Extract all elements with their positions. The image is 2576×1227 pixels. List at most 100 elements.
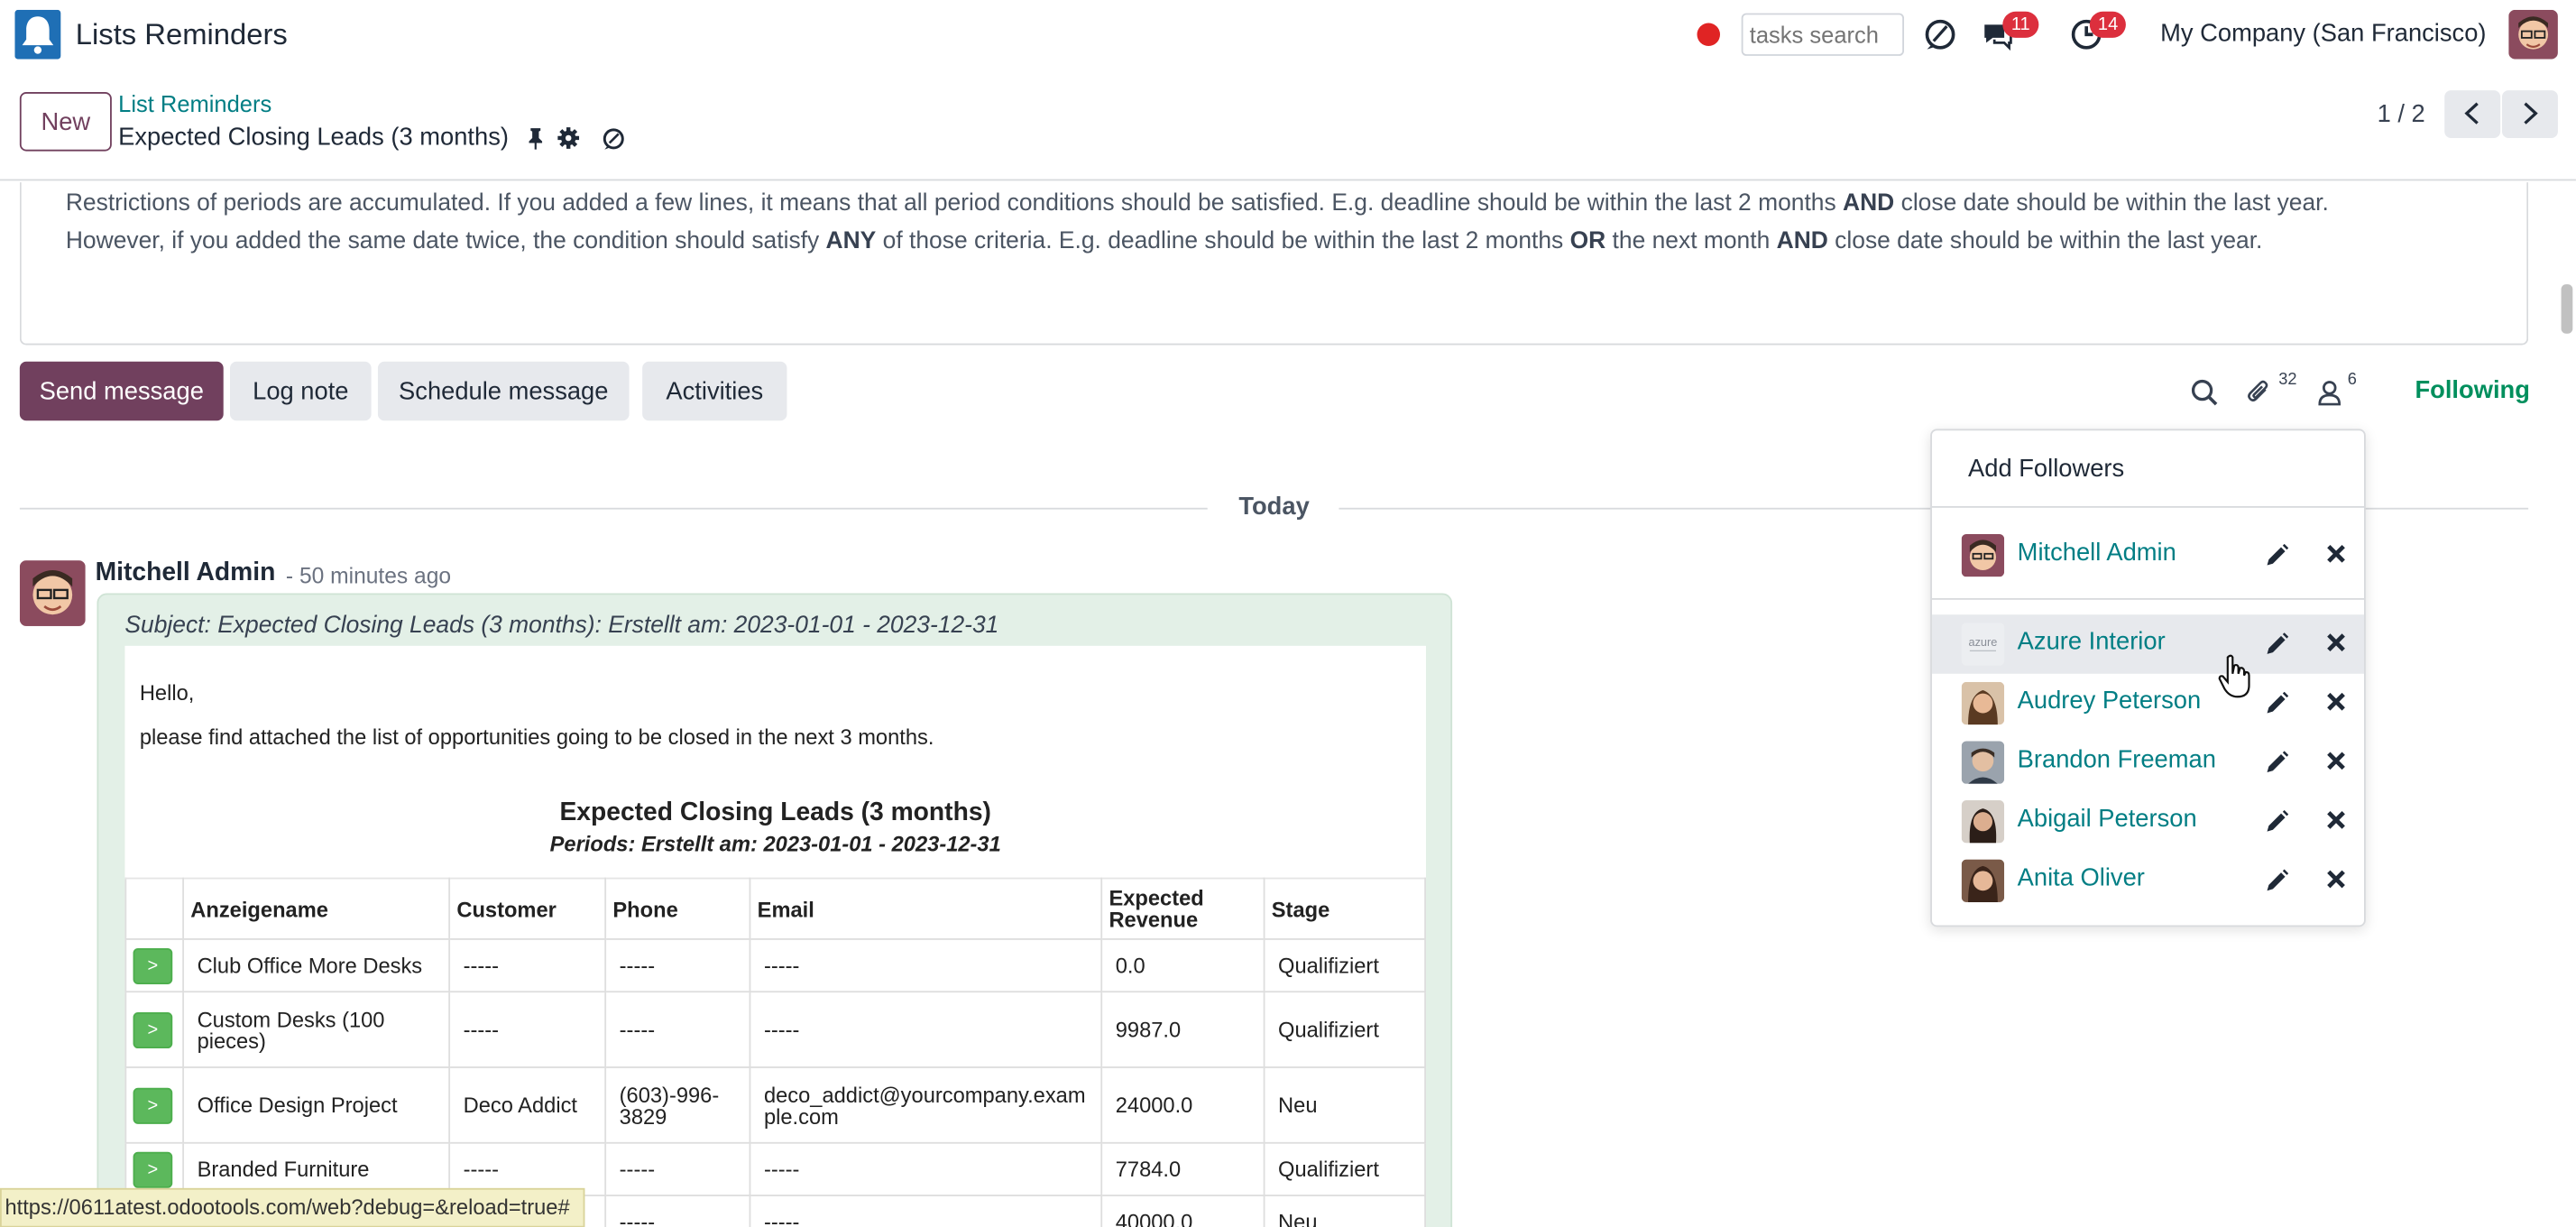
cell-phone: -----	[604, 1141, 751, 1196]
open-lead-button[interactable]: >	[133, 947, 173, 984]
cell-revenue: 0.0	[1100, 938, 1265, 993]
cell-phone: -----	[604, 1195, 751, 1227]
leads-table: Anzeigename Customer Phone Email Expecte…	[124, 877, 1426, 1227]
open-lead-button[interactable]: >	[133, 1150, 173, 1187]
bell-app-icon[interactable]	[14, 9, 61, 60]
follower-item[interactable]: Mitchell Admin	[1932, 526, 2364, 586]
cell-customer: Deco Addict	[448, 1066, 607, 1144]
gear-icon[interactable]	[557, 126, 580, 149]
table-row: > Club Office More Desks ----- ----- ---…	[124, 938, 1426, 993]
page-scrollbar[interactable]	[2556, 182, 2576, 1227]
remove-x-icon[interactable]	[2326, 751, 2346, 770]
dropdown-divider	[1931, 597, 2364, 600]
scrollbar-thumb[interactable]	[2561, 284, 2573, 334]
cell-email: deco_addict@yourcompany.example.com	[749, 1066, 1103, 1144]
pager-next-button[interactable]	[2501, 90, 2558, 138]
cell-email: -----	[749, 991, 1103, 1068]
follower-avatar	[1961, 859, 2005, 902]
tasks-search-input[interactable]	[1741, 13, 1905, 56]
message-subject: Subject: Expected Closing Leads (3 month…	[124, 613, 999, 640]
control-panel: New List Reminders Expected Closing Lead…	[0, 72, 2576, 181]
dropdown-divider	[1931, 505, 2364, 508]
cell-email: -----	[749, 1195, 1103, 1227]
svg-text:azure: azure	[1969, 635, 1998, 649]
follower-avatar	[1961, 800, 2005, 844]
breadcrumb-parent-link[interactable]: List Reminders	[118, 90, 271, 116]
table-row: > Office Design Project Deco Addict (603…	[124, 1066, 1426, 1144]
pin-icon[interactable]	[524, 126, 547, 150]
record-indicator-icon[interactable]	[1697, 23, 1721, 46]
follower-name[interactable]: Brandon Freeman	[2018, 746, 2216, 774]
pencil-icon[interactable]	[2266, 632, 2289, 655]
pager-previous-button[interactable]	[2444, 90, 2501, 138]
top-navbar: Lists Reminders 11 14 My Company (San Fr…	[0, 0, 2576, 73]
cell-stage: Qualifiziert	[1263, 938, 1426, 993]
periods-help-line-1: Restrictions of periods are accumulated.…	[65, 190, 2329, 217]
new-button[interactable]: New	[19, 91, 112, 152]
follower-name[interactable]: Anita Oliver	[2018, 864, 2145, 892]
follower-name[interactable]: Azure Interior	[2018, 628, 2166, 656]
cell-revenue: 9987.0	[1100, 991, 1265, 1068]
user-avatar[interactable]	[2508, 9, 2558, 60]
chatter-topbar: Send message Log note Schedule message A…	[0, 361, 2556, 424]
remove-x-icon[interactable]	[2326, 544, 2346, 564]
company-switcher[interactable]: My Company (San Francisco)	[2160, 20, 2486, 48]
remove-x-icon[interactable]	[2326, 632, 2346, 652]
cell-email: -----	[749, 938, 1103, 993]
cell-customer: -----	[448, 991, 607, 1068]
activities-button[interactable]: Activities	[642, 361, 787, 421]
table-row: > Custom Desks (100 pieces) ----- ----- …	[124, 991, 1426, 1068]
search-icon[interactable]	[2190, 378, 2220, 408]
schedule-message-button[interactable]: Schedule message	[377, 361, 630, 421]
hand-cursor-icon	[2218, 654, 2250, 698]
message-author-name[interactable]: Mitchell Admin	[96, 558, 276, 588]
open-lead-button[interactable]: >	[133, 1011, 173, 1048]
follower-name[interactable]: Audrey Peterson	[2018, 687, 2202, 715]
cell-name: Club Office More Desks	[182, 938, 451, 993]
col-header-phone: Phone	[604, 877, 751, 940]
mail-periods: Periods: Erstellt am: 2023-01-01 - 2023-…	[549, 831, 1001, 856]
paperclip-icon[interactable]	[2244, 378, 2274, 408]
pager-value[interactable]: 1 / 2	[2378, 100, 2425, 128]
pencil-icon[interactable]	[2266, 751, 2289, 773]
leads-table-header: Anzeigename Customer Phone Email Expecte…	[124, 877, 1426, 940]
col-header-email: Email	[749, 877, 1103, 940]
app-title[interactable]: Lists Reminders	[76, 18, 288, 52]
follower-item[interactable]: Audrey Peterson	[1932, 674, 2364, 733]
odoo-window: Lists Reminders 11 14 My Company (San Fr…	[0, 0, 2576, 1227]
mail-body: Hello, please find attached the list of …	[124, 645, 1426, 1227]
remove-x-icon[interactable]	[2326, 810, 2346, 830]
follower-avatar: azure	[1961, 623, 2005, 666]
add-followers-link[interactable]: Add Followers	[1968, 456, 2124, 484]
mail-greeting: Hello,	[139, 680, 195, 706]
remove-x-icon[interactable]	[2326, 692, 2346, 712]
pencil-icon[interactable]	[2266, 809, 2289, 833]
remove-x-icon[interactable]	[2326, 870, 2346, 890]
log-note-button[interactable]: Log note	[229, 361, 372, 421]
follower-item[interactable]: Abigail Peterson	[1932, 792, 2364, 852]
follower-avatar	[1961, 741, 2005, 784]
pencil-icon[interactable]	[2266, 691, 2289, 715]
follower-item[interactable]: Brandon Freeman	[1932, 733, 2364, 792]
followers-icon[interactable]	[2314, 378, 2344, 408]
discuss-icon[interactable]	[1922, 16, 1958, 52]
follower-item[interactable]: azure Azure Interior	[1931, 614, 2364, 674]
periods-help-line-2: However, if you added the same date twic…	[65, 228, 2263, 255]
pencil-icon[interactable]	[2266, 543, 2289, 567]
follower-name[interactable]: Mitchell Admin	[2018, 539, 2176, 567]
record-title: Expected Closing Leads (3 months)	[118, 123, 509, 152]
follower-avatar	[1961, 681, 2005, 725]
send-message-button[interactable]: Send message	[19, 361, 224, 421]
pencil-icon[interactable]	[2266, 869, 2289, 892]
cell-customer: -----	[448, 938, 607, 993]
follower-name[interactable]: Abigail Peterson	[2018, 805, 2197, 833]
cell-phone: (603)-996-3829	[604, 1066, 751, 1144]
follower-item[interactable]: Anita Oliver	[1932, 851, 2364, 910]
attachments-count: 32	[2278, 371, 2297, 390]
chevron-right-icon	[2524, 102, 2538, 125]
chatter-toggle-icon[interactable]	[602, 126, 626, 151]
open-lead-button[interactable]: >	[133, 1086, 173, 1123]
following-button[interactable]: Following	[2415, 376, 2529, 404]
message-author-avatar[interactable]	[19, 560, 86, 626]
col-header-action	[124, 877, 184, 940]
